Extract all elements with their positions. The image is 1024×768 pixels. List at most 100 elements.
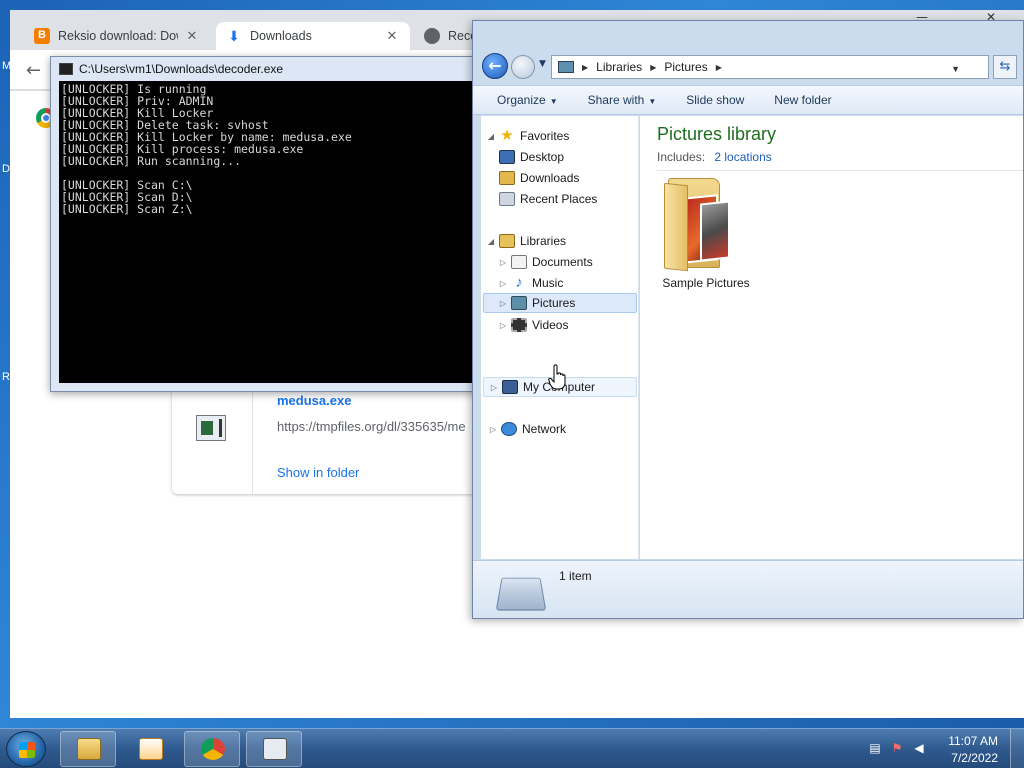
clock-date[interactable]: 7/2/2022 bbox=[951, 751, 998, 765]
organize-button[interactable]: Organize ▼ bbox=[497, 93, 558, 107]
download-url: https://tmpfiles.org/dl/335635/me bbox=[277, 419, 466, 434]
includes-label: Includes: bbox=[657, 150, 706, 164]
tree-item-recent-places[interactable]: Recent Places bbox=[497, 189, 597, 209]
history-dropdown-icon[interactable]: ▼ bbox=[539, 59, 546, 69]
videos-icon bbox=[511, 318, 527, 332]
chevron-right-icon[interactable]: ▶ bbox=[582, 63, 588, 72]
library-icon bbox=[495, 577, 547, 611]
tree-item-downloads[interactable]: Downloads bbox=[497, 168, 579, 188]
tab-reksio-download[interactable]: Reksio download: Down ✕ bbox=[24, 22, 210, 50]
chevron-right-icon[interactable]: ▶ bbox=[650, 63, 656, 72]
recent-places-icon bbox=[499, 192, 515, 206]
star-icon: ★ bbox=[500, 127, 514, 144]
computer-icon bbox=[502, 380, 518, 394]
close-icon[interactable]: ✕ bbox=[384, 28, 400, 44]
libraries-icon bbox=[499, 234, 515, 248]
collapsed-triangle-icon[interactable]: ▷ bbox=[487, 425, 499, 434]
network-status-icon[interactable]: ▤ bbox=[868, 741, 882, 755]
collapsed-triangle-icon[interactable]: ▷ bbox=[497, 258, 509, 267]
back-arrow-icon[interactable]: ← bbox=[26, 60, 41, 81]
share-with-button[interactable]: Share with ▼ bbox=[588, 93, 657, 107]
console-line: [UNLOCKER] Scan Z:\ bbox=[61, 202, 193, 216]
clock-time[interactable]: 11:07 AM bbox=[948, 734, 998, 748]
tree-label: Network bbox=[522, 422, 567, 436]
collapsed-triangle-icon[interactable]: ▷ bbox=[497, 299, 509, 308]
folder-label: Sample Pictures bbox=[662, 276, 750, 290]
console-icon bbox=[263, 738, 287, 760]
content-pane: Pictures library Includes: 2 locations S… bbox=[640, 116, 1023, 559]
expanded-triangle-icon[interactable]: ◢ bbox=[485, 132, 497, 141]
blogger-icon bbox=[34, 28, 50, 44]
expanded-triangle-icon[interactable]: ◢ bbox=[485, 237, 497, 246]
taskbar-chrome-button[interactable] bbox=[184, 731, 240, 767]
desktop-icon-label: D bbox=[2, 163, 10, 175]
tree-label: Videos bbox=[532, 318, 569, 332]
locations-link[interactable]: 2 locations bbox=[714, 150, 771, 164]
system-tray: ▤ ⚑ ◀ 11:07 AM 7/2/2022 bbox=[854, 729, 1024, 768]
tree-item-favorites[interactable]: ◢ ★ Favorites bbox=[485, 126, 569, 146]
tree-label: Libraries bbox=[520, 234, 567, 248]
console-output: [UNLOCKER] Is running [UNLOCKER] Priv: AD… bbox=[59, 81, 473, 383]
content-divider bbox=[657, 170, 1023, 171]
library-includes: Includes: 2 locations bbox=[657, 150, 772, 164]
thumbnail-image bbox=[700, 200, 730, 262]
taskbar-explorer-button[interactable] bbox=[60, 731, 116, 767]
hand-cursor-icon bbox=[548, 364, 566, 390]
tree-item-pictures[interactable]: ▷ Pictures bbox=[483, 293, 637, 313]
chevron-right-icon[interactable]: ▶ bbox=[716, 63, 722, 72]
documents-icon bbox=[511, 255, 527, 269]
start-button[interactable] bbox=[6, 731, 46, 767]
tree-item-videos[interactable]: ▷ Videos bbox=[497, 315, 568, 335]
tab-downloads[interactable]: ⬇ Downloads ✕ bbox=[216, 22, 410, 50]
back-arrow-icon[interactable]: ← bbox=[482, 53, 508, 79]
tree-label: Favorites bbox=[520, 129, 570, 143]
tab-label: Recov bbox=[448, 29, 474, 43]
console-window[interactable]: C:\Users\vm1\Downloads\decoder.exe [UNLO… bbox=[50, 56, 482, 392]
media-player-icon bbox=[139, 738, 163, 760]
slide-show-button[interactable]: Slide show bbox=[686, 93, 744, 107]
close-icon[interactable]: ✕ bbox=[184, 28, 200, 44]
breadcrumb-libraries[interactable]: Libraries bbox=[596, 60, 642, 74]
chrome-icon bbox=[201, 738, 225, 760]
exe-file-icon bbox=[196, 415, 226, 441]
console-titlebar[interactable]: C:\Users\vm1\Downloads\decoder.exe bbox=[51, 57, 481, 81]
collapsed-triangle-icon[interactable]: ▷ bbox=[488, 383, 500, 392]
globe-icon bbox=[424, 28, 440, 44]
pictures-icon bbox=[511, 296, 527, 310]
tree-item-documents[interactable]: ▷ Documents bbox=[497, 252, 593, 272]
refresh-icon[interactable]: ⇆ bbox=[993, 55, 1017, 79]
tree-item-network[interactable]: ▷ Network bbox=[487, 419, 566, 439]
console-line: [UNLOCKER] Run scanning... bbox=[61, 154, 242, 168]
tree-item-libraries[interactable]: ◢ Libraries bbox=[485, 231, 566, 251]
chevron-down-icon: ▼ bbox=[648, 97, 657, 106]
taskbar-console-button[interactable] bbox=[246, 731, 302, 767]
tab-label: Downloads bbox=[250, 29, 312, 43]
chevron-down-icon[interactable]: ▼ bbox=[951, 64, 960, 74]
show-in-folder-link[interactable]: Show in folder bbox=[277, 465, 359, 480]
tree-label: Desktop bbox=[520, 150, 565, 164]
new-folder-button[interactable]: New folder bbox=[774, 93, 831, 107]
tree-item-desktop[interactable]: Desktop bbox=[497, 147, 564, 167]
desktop-icon bbox=[499, 150, 515, 164]
collapsed-triangle-icon[interactable]: ▷ bbox=[497, 321, 509, 330]
action-center-icon[interactable]: ⚑ bbox=[890, 741, 904, 755]
console-title: C:\Users\vm1\Downloads\decoder.exe bbox=[79, 62, 284, 76]
volume-icon[interactable]: ◀ bbox=[912, 741, 926, 755]
tree-label: Music bbox=[532, 276, 564, 290]
forward-arrow-icon[interactable] bbox=[511, 55, 535, 79]
console-icon bbox=[59, 63, 73, 75]
desktop-icon-label: R bbox=[2, 371, 10, 383]
collapsed-triangle-icon[interactable]: ▷ bbox=[497, 279, 509, 288]
taskbar-media-player-button[interactable] bbox=[122, 731, 178, 767]
folder-sample-pictures[interactable]: Sample Pictures bbox=[660, 176, 752, 292]
breadcrumb-pictures[interactable]: Pictures bbox=[664, 60, 707, 74]
address-row: ← ▼ ▶ Libraries ▶ Pictures ▶ ▼ ⇆ bbox=[473, 51, 1023, 83]
folder-icon bbox=[558, 61, 574, 73]
show-desktop-button[interactable] bbox=[1010, 729, 1024, 768]
tree-item-music[interactable]: ▷ ♪ Music bbox=[497, 273, 563, 293]
address-bar[interactable]: ▶ Libraries ▶ Pictures ▶ ▼ bbox=[551, 55, 989, 79]
explorer-window[interactable]: ← ▼ ▶ Libraries ▶ Pictures ▶ ▼ ⇆ Organiz… bbox=[472, 20, 1024, 619]
taskbar: ▤ ⚑ ◀ 11:07 AM 7/2/2022 bbox=[0, 728, 1024, 768]
download-file-name[interactable]: medusa.exe bbox=[277, 393, 351, 408]
network-icon bbox=[501, 422, 517, 436]
